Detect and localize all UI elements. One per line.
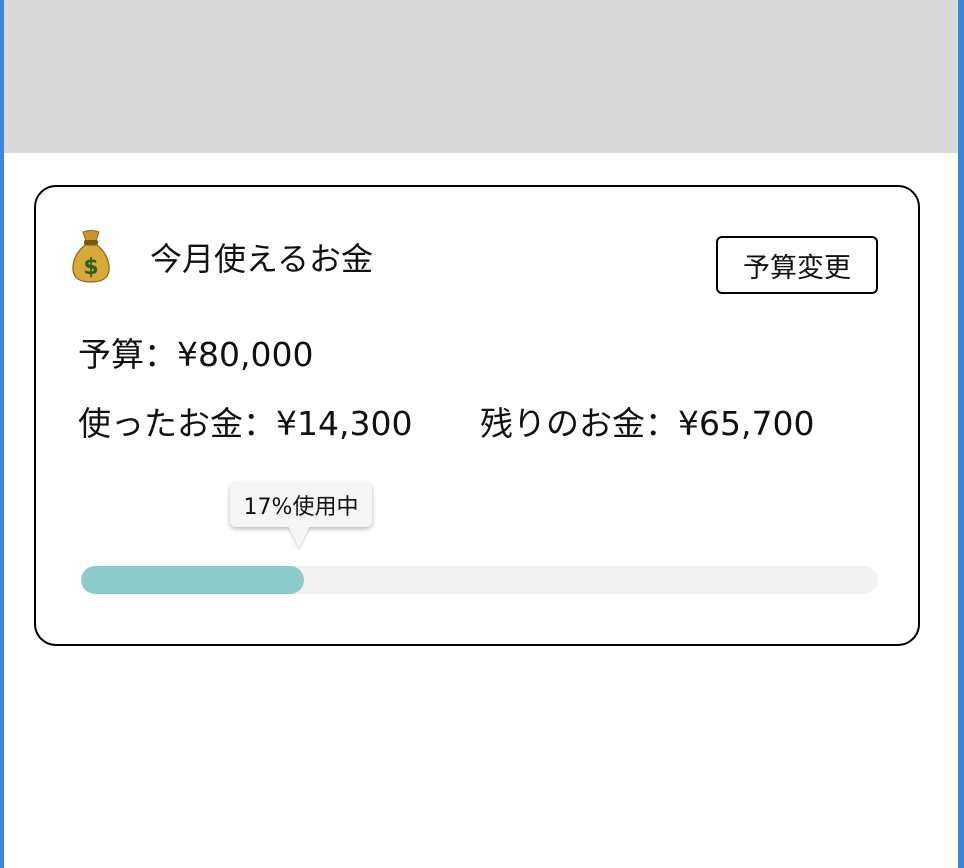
- header-band: [4, 0, 958, 153]
- remaining-amount: 残りのお金：¥65,700: [480, 404, 815, 443]
- tooltip-arrow: [288, 526, 310, 548]
- spent-amount: 使ったお金：¥14,300: [78, 404, 413, 443]
- usage-progress-fill: [81, 566, 305, 594]
- money-bag-icon: $: [72, 230, 110, 283]
- svg-text:$: $: [83, 255, 98, 280]
- usage-progress-bar: [81, 566, 878, 594]
- window-edge-right: [958, 0, 964, 868]
- card-title: 今月使えるお金: [150, 240, 374, 278]
- budget-amount: 予算：¥80,000: [78, 335, 314, 374]
- usage-tooltip: 17%使用中: [230, 482, 372, 527]
- edit-budget-button[interactable]: 予算変更: [716, 236, 878, 294]
